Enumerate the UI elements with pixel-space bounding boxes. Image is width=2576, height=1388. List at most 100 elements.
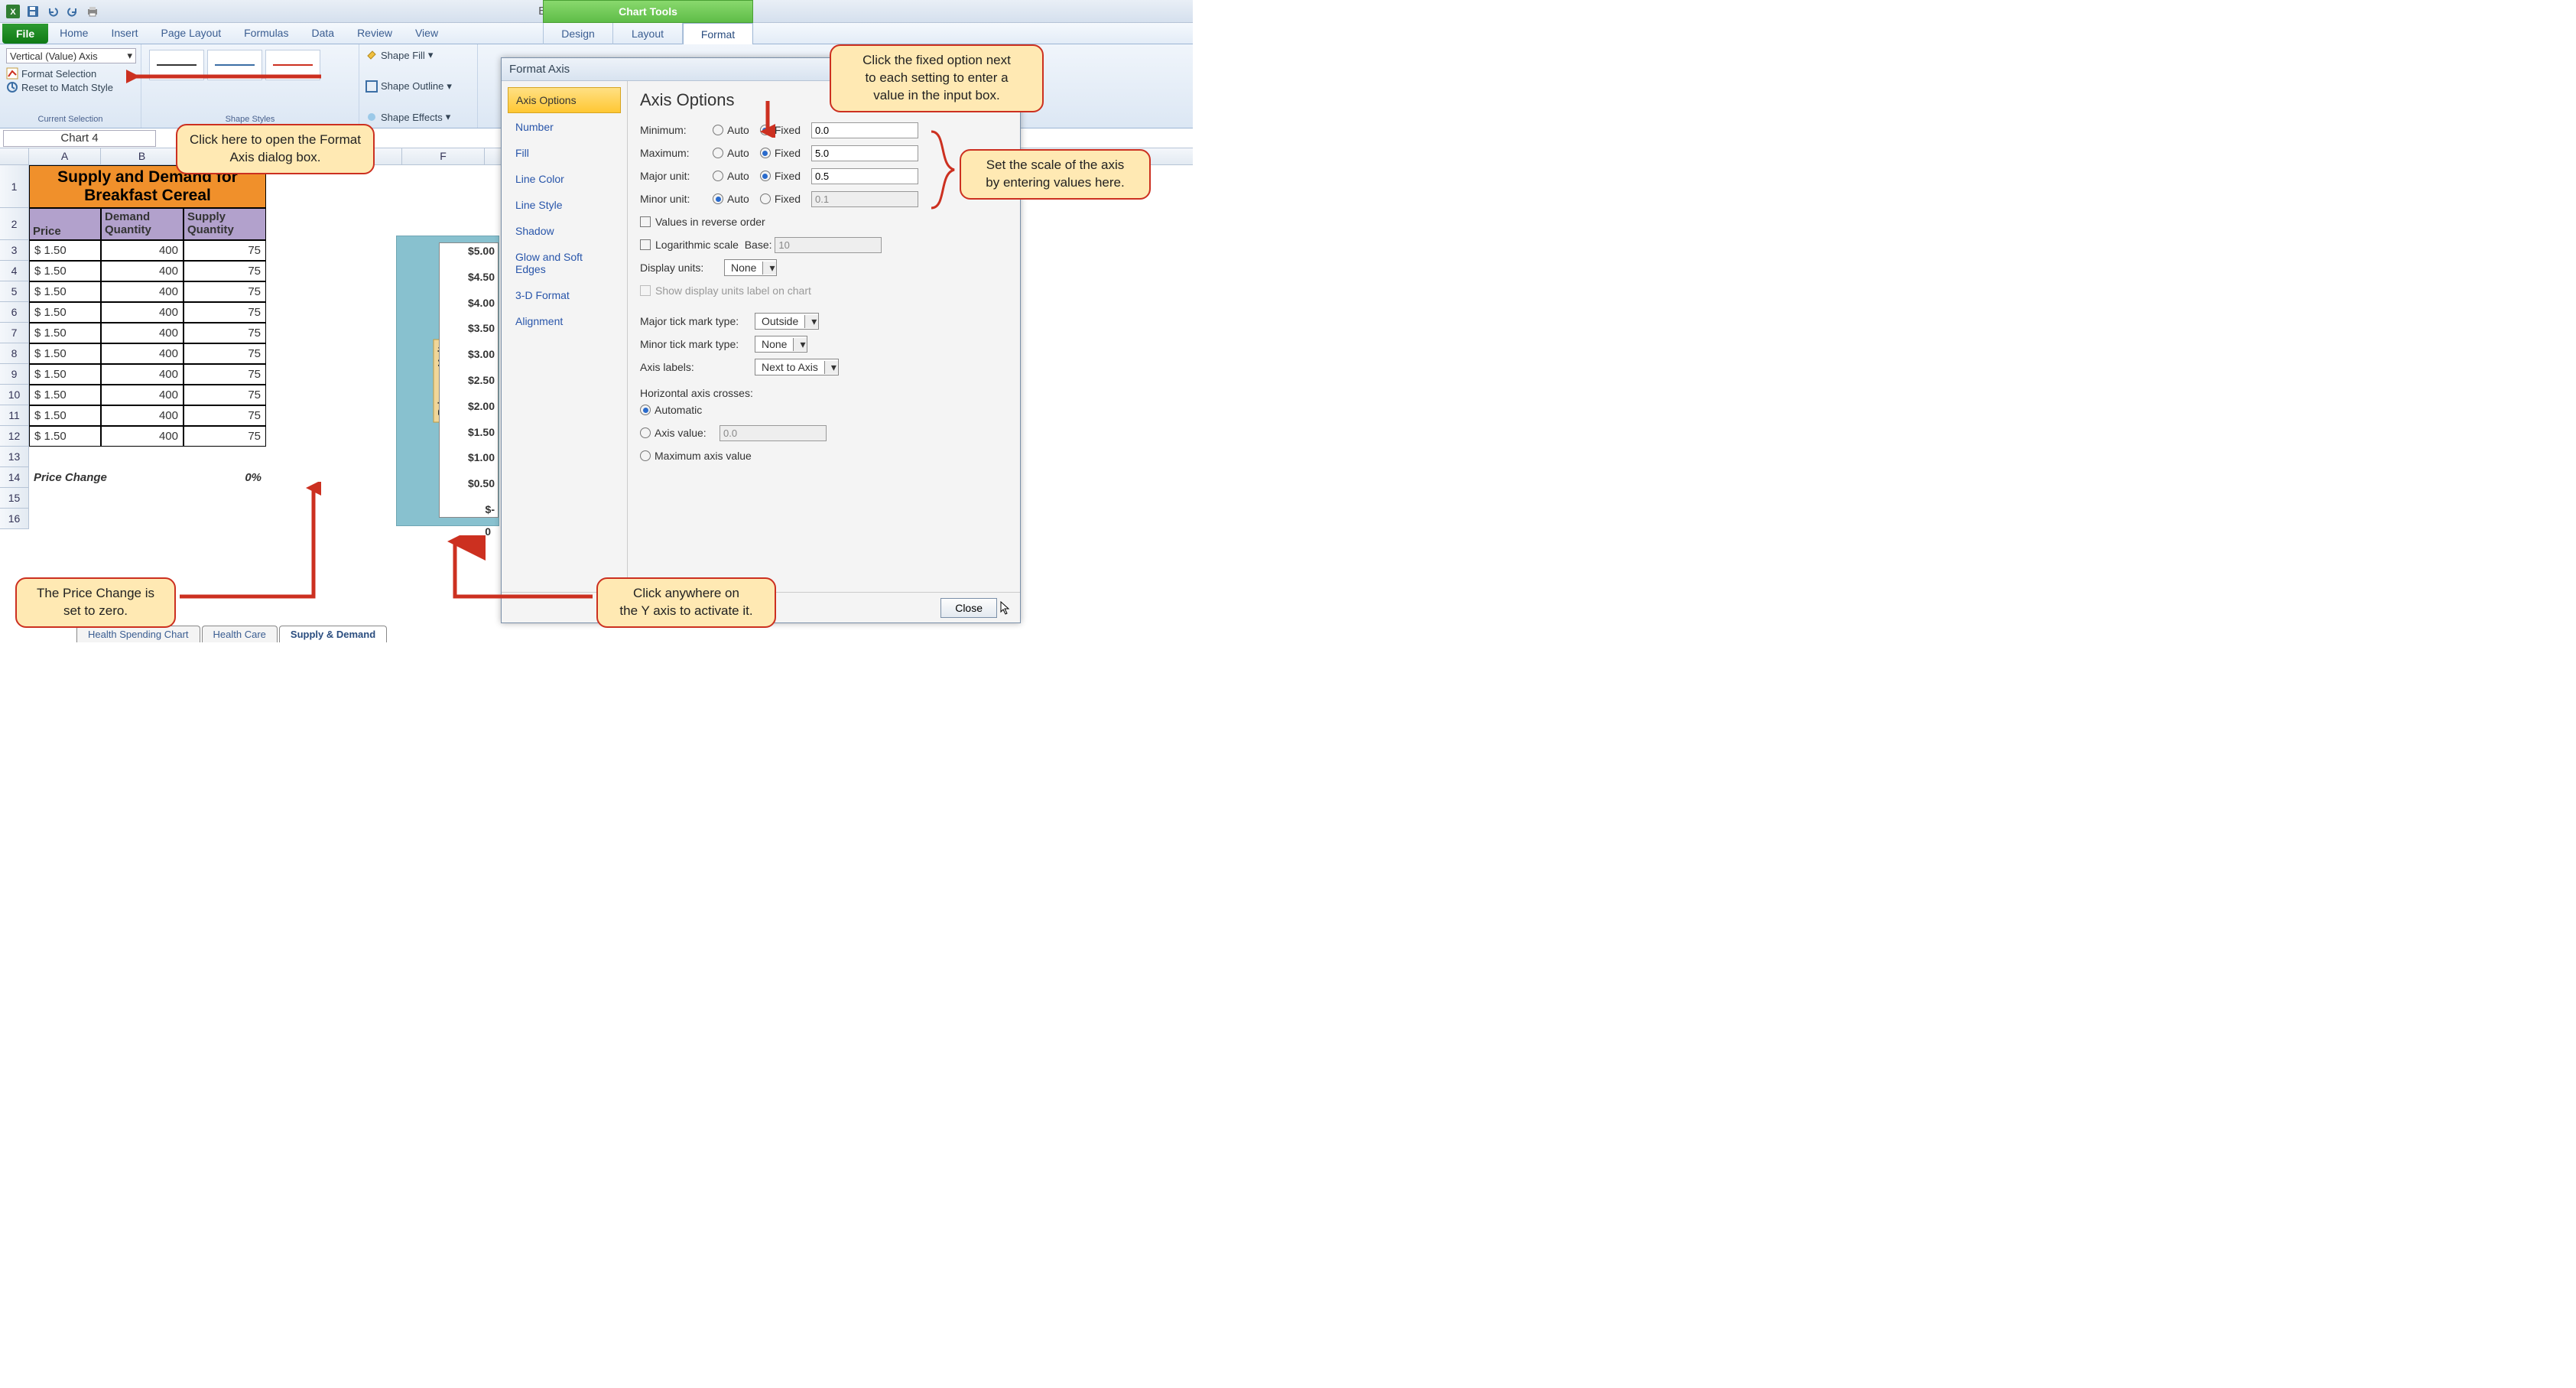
dialog-nav-item[interactable]: Line Style [508, 193, 621, 217]
cell-supply[interactable]: 75 [184, 261, 266, 281]
shape-effects-button[interactable]: Shape Effects ▾ [365, 110, 471, 124]
dialog-nav-item[interactable]: Glow and Soft Edges [508, 245, 621, 281]
format-selection-button[interactable]: Format Selection [6, 67, 135, 80]
dialog-nav-item[interactable]: Axis Options [508, 87, 621, 113]
cell-demand[interactable]: 400 [101, 364, 184, 385]
cell-supply[interactable]: 75 [184, 323, 266, 343]
row-header-14[interactable]: 14 [0, 467, 29, 488]
close-button[interactable]: Close [940, 598, 997, 618]
tab-file[interactable]: File [2, 24, 48, 44]
tab-formulas[interactable]: Formulas [232, 23, 300, 44]
sheet-tab-health-spending[interactable]: Health Spending Chart [76, 626, 200, 642]
chart-element-selector[interactable]: Vertical (Value) Axis ▾ [6, 48, 136, 63]
redo-icon[interactable] [64, 3, 81, 20]
cell-supply[interactable]: 75 [184, 405, 266, 426]
cell-price[interactable]: $ 1.50 [29, 261, 101, 281]
reset-match-style-button[interactable]: Reset to Match Style [6, 80, 135, 94]
shape-outline-button[interactable]: Shape Outline ▾ [365, 80, 471, 93]
price-change-label[interactable]: Price Change [29, 467, 184, 488]
header-supply[interactable]: SupplyQuantity [184, 208, 266, 240]
cell-demand[interactable]: 400 [101, 281, 184, 302]
dialog-nav-item[interactable]: Fill [508, 141, 621, 165]
tab-layout[interactable]: Layout [613, 23, 683, 44]
row-header-5[interactable]: 5 [0, 281, 29, 302]
cell-demand[interactable]: 400 [101, 302, 184, 323]
major-tick-combo[interactable]: Outside▾ [755, 313, 819, 330]
cell-supply[interactable]: 75 [184, 302, 266, 323]
row-header-4[interactable]: 4 [0, 261, 29, 281]
auto-radio[interactable] [713, 125, 723, 135]
row-header-10[interactable]: 10 [0, 385, 29, 405]
crosses-value-radio[interactable] [640, 427, 651, 438]
print-icon[interactable] [84, 3, 101, 20]
minor-tick-combo[interactable]: None▾ [755, 336, 807, 353]
tab-home[interactable]: Home [48, 23, 99, 44]
tab-design[interactable]: Design [544, 23, 613, 44]
crosses-max-radio[interactable] [640, 450, 651, 461]
name-box[interactable]: Chart 4 [3, 130, 156, 147]
row-header-2[interactable]: 2 [0, 208, 29, 240]
row-header-9[interactable]: 9 [0, 364, 29, 385]
dialog-nav-item[interactable]: 3-D Format [508, 283, 621, 307]
cell-price[interactable]: $ 1.50 [29, 426, 101, 447]
crosses-auto-radio[interactable] [640, 405, 651, 415]
cell-supply[interactable]: 75 [184, 240, 266, 261]
row-header-3[interactable]: 3 [0, 240, 29, 261]
auto-radio[interactable] [713, 193, 723, 204]
y-axis[interactable]: $5.00$4.50$4.00$3.50$3.00$2.50$2.00$1.50… [439, 242, 499, 518]
fixed-radio[interactable] [760, 193, 771, 204]
fixed-radio[interactable] [760, 171, 771, 181]
dialog-nav-item[interactable]: Line Color [508, 167, 621, 191]
dialog-nav-item[interactable]: Number [508, 115, 621, 139]
cell-demand[interactable]: 400 [101, 385, 184, 405]
tab-format[interactable]: Format [683, 23, 753, 44]
row-header-8[interactable]: 8 [0, 343, 29, 364]
cell-price[interactable]: $ 1.50 [29, 240, 101, 261]
auto-radio[interactable] [713, 171, 723, 181]
row-header-6[interactable]: 6 [0, 302, 29, 323]
row-header-1[interactable]: 1 [0, 165, 29, 208]
cell-supply[interactable]: 75 [184, 343, 266, 364]
cell-price[interactable]: $ 1.50 [29, 323, 101, 343]
tab-page-layout[interactable]: Page Layout [150, 23, 233, 44]
cell-demand[interactable]: 400 [101, 343, 184, 364]
sheet-tab-supply-demand[interactable]: Supply & Demand [279, 626, 387, 642]
row-header-11[interactable]: 11 [0, 405, 29, 426]
cell-supply[interactable]: 75 [184, 281, 266, 302]
cell-demand[interactable]: 400 [101, 240, 184, 261]
axis-labels-combo[interactable]: Next to Axis▾ [755, 359, 839, 375]
row-header-7[interactable]: 7 [0, 323, 29, 343]
display-units-combo[interactable]: None▾ [724, 259, 777, 276]
tab-view[interactable]: View [404, 23, 450, 44]
col-header-F[interactable]: F [402, 148, 485, 164]
row-header-15[interactable]: 15 [0, 488, 29, 509]
cell-price[interactable]: $ 1.50 [29, 405, 101, 426]
tab-data[interactable]: Data [300, 23, 346, 44]
cell-price[interactable]: $ 1.50 [29, 281, 101, 302]
row-header-13[interactable]: 13 [0, 447, 29, 467]
fixed-radio[interactable] [760, 148, 771, 158]
row-header-16[interactable]: 16 [0, 509, 29, 529]
col-header-A[interactable]: A [29, 148, 101, 164]
undo-icon[interactable] [44, 3, 61, 20]
reverse-order-checkbox[interactable] [640, 216, 651, 227]
select-all-corner[interactable] [0, 148, 29, 164]
dialog-nav-item[interactable]: Alignment [508, 309, 621, 333]
sheet-tab-health-care[interactable]: Health Care [202, 626, 278, 642]
dialog-nav-item[interactable]: Shadow [508, 219, 621, 243]
cell-demand[interactable]: 400 [101, 426, 184, 447]
header-price[interactable]: Price [29, 208, 101, 240]
cell-supply[interactable]: 75 [184, 385, 266, 405]
cell-demand[interactable]: 400 [101, 405, 184, 426]
cell-demand[interactable]: 400 [101, 261, 184, 281]
tab-review[interactable]: Review [346, 23, 404, 44]
cell-demand[interactable]: 400 [101, 323, 184, 343]
embedded-chart[interactable]: Price per Unit $5.00$4.50$4.00$3.50$3.00… [396, 236, 499, 526]
row-header-12[interactable]: 12 [0, 426, 29, 447]
cell-price[interactable]: $ 1.50 [29, 343, 101, 364]
cell-supply[interactable]: 75 [184, 426, 266, 447]
header-demand[interactable]: DemandQuantity [101, 208, 184, 240]
log-scale-checkbox[interactable] [640, 239, 651, 250]
axis-value-input[interactable] [811, 168, 918, 184]
cell-price[interactable]: $ 1.50 [29, 385, 101, 405]
